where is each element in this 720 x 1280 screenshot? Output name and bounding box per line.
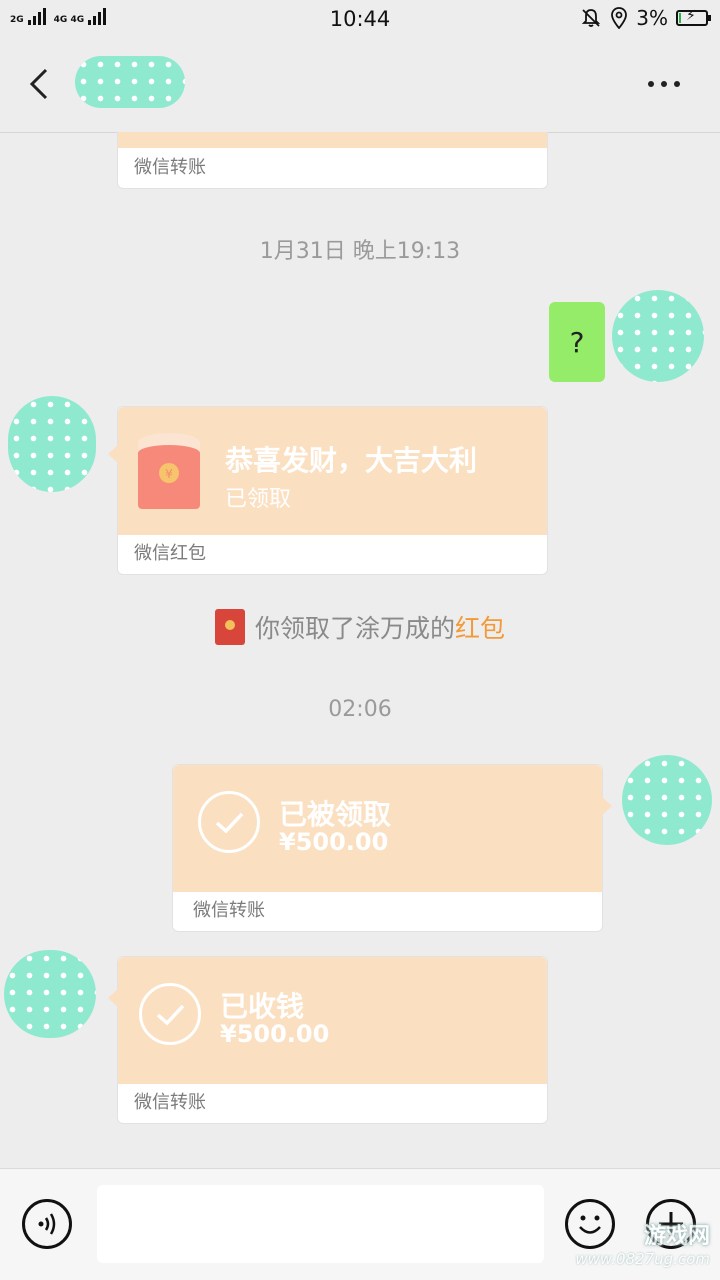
more-dot — [648, 81, 654, 87]
transfer-sent-title: 已被领取 — [279, 798, 392, 831]
transfer-card-footer: 微信转账 — [134, 157, 206, 178]
bubble-tail — [602, 797, 612, 815]
system-notice: 你领取了涂万成的红包 — [0, 608, 720, 646]
red-packet-footer: 微信红包 — [134, 543, 206, 564]
watermark-text: 游戏网 — [643, 1224, 710, 1249]
my-avatar[interactable] — [612, 290, 704, 382]
battery-charging-icon: ⚡ — [676, 8, 711, 26]
contact-avatar[interactable] — [4, 950, 96, 1038]
transfer-sent-top: 已被领取 ¥500.00 — [173, 765, 602, 892]
emoji-button[interactable] — [565, 1199, 615, 1249]
voice-icon — [38, 1213, 56, 1235]
emoji-icon — [579, 1215, 601, 1234]
transfer-received-footer: 微信转账 — [134, 1092, 206, 1113]
location-pin-icon — [611, 7, 628, 29]
my-avatar[interactable] — [622, 755, 712, 845]
red-packet-status: 已领取 — [225, 487, 292, 512]
voice-button[interactable] — [22, 1199, 72, 1249]
system-notice-text: 你领取了涂万成的红包 — [255, 609, 505, 645]
contact-name-redacted — [75, 56, 185, 108]
transfer-card-partial[interactable]: 微信转账 — [117, 132, 548, 189]
transfer-sent-footer: 微信转账 — [193, 900, 265, 921]
transfer-received-top: 已收钱 ¥500.00 — [118, 957, 547, 1084]
svg-text:¥: ¥ — [165, 467, 173, 481]
watermark-url: www.0827ug.com — [575, 1250, 710, 1268]
more-dot — [674, 81, 680, 87]
transfer-received-amount: ¥500.00 — [220, 1020, 330, 1048]
message-input[interactable] — [97, 1185, 544, 1263]
red-packet-icon: ¥ — [138, 433, 200, 509]
back-button[interactable] — [22, 64, 62, 104]
more-dot — [661, 81, 667, 87]
bubble-tail — [108, 989, 118, 1007]
red-packet-title: 恭喜发财，大吉大利 — [225, 444, 478, 477]
red-packet-link[interactable]: 红包 — [455, 614, 505, 643]
check-circle-icon — [139, 983, 201, 1045]
transfer-sent-card[interactable]: 已被领取 ¥500.00 微信转账 — [172, 764, 612, 932]
check-circle-icon — [198, 791, 260, 853]
timestamp: 02:06 — [328, 697, 392, 722]
red-packet-card[interactable]: ¥ 恭喜发财，大吉大利 已领取 微信红包 — [108, 406, 548, 575]
status-bar: 2G 4G 4G 10:44 3% ⚡ — [0, 0, 720, 38]
notice-prefix: 你领取了涂万成的 — [254, 614, 455, 643]
battery-percent: 3% — [636, 6, 668, 30]
contact-avatar[interactable] — [8, 396, 96, 492]
transfer-received-title: 已收钱 — [220, 990, 305, 1023]
transfer-card-top — [118, 132, 547, 148]
red-packet-top: ¥ 恭喜发财，大吉大利 已领取 — [118, 407, 547, 535]
chat-screen: 2G 4G 4G 10:44 3% ⚡ 微信转账 1月31日 晚上19:13 ?… — [0, 0, 720, 1280]
more-button[interactable] — [644, 72, 684, 96]
bubble-tail — [108, 445, 118, 463]
red-packet-small-icon — [214, 609, 245, 645]
status-right: 3% ⚡ — [580, 6, 711, 30]
chat-header — [0, 38, 720, 133]
back-chevron-icon — [29, 68, 48, 100]
bell-off-icon — [582, 9, 601, 27]
timestamp: 1月31日 晚上19:13 — [259, 239, 461, 264]
outgoing-text-bubble[interactable]: ? — [549, 302, 605, 382]
transfer-received-card[interactable]: 已收钱 ¥500.00 微信转账 — [108, 956, 548, 1124]
transfer-sent-amount: ¥500.00 — [279, 828, 389, 856]
